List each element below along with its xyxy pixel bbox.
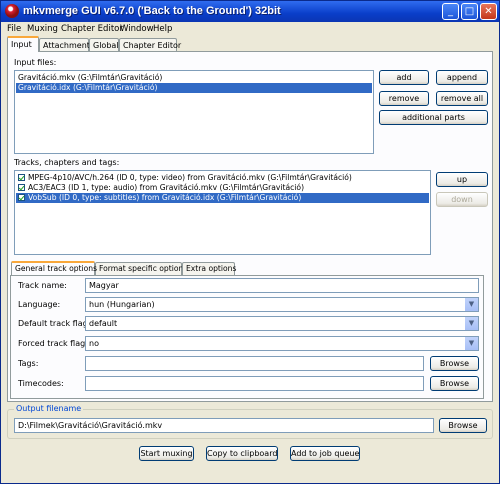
language-value: hun (Hungarian)	[89, 300, 155, 309]
copy-to-clipboard-button[interactable]: Copy to clipboard	[206, 446, 278, 461]
language-label: Language:	[18, 300, 61, 309]
menu-bar: File Muxing Chapter Editor Window Help	[1, 22, 499, 36]
tab-attachments[interactable]: Attachments	[39, 38, 94, 51]
checkmark-icon[interactable]	[18, 194, 25, 201]
track-name-label: Track name:	[18, 281, 67, 290]
chevron-down-icon[interactable]: ▼	[464, 337, 478, 350]
menu-window[interactable]: Window	[120, 24, 154, 34]
add-to-job-queue-button[interactable]: Add to job queue	[290, 446, 360, 461]
checkmark-icon[interactable]	[18, 174, 25, 181]
mkvmerge-icon[interactable]	[5, 4, 19, 18]
tags-input[interactable]	[85, 356, 424, 371]
checkmark-icon[interactable]	[18, 184, 25, 191]
tab-format-specific-options[interactable]: Format specific options	[95, 262, 187, 275]
tab-chapter-editor[interactable]: Chapter Editor	[119, 38, 181, 51]
timecodes-label: Timecodes:	[18, 379, 64, 388]
additional-parts-button[interactable]: additional parts	[379, 110, 488, 125]
remove-button[interactable]: remove	[379, 91, 429, 106]
output-filename-group: Output filename D:\Filmek\Gravitáció\Gra…	[7, 404, 493, 439]
default-flag-select[interactable]: default ▼	[85, 316, 479, 331]
remove-all-button[interactable]: remove all	[436, 91, 488, 106]
up-button[interactable]: up	[436, 172, 488, 187]
track-label: AC3/EAC3 (ID 1, type: audio) from Gravit…	[28, 183, 305, 192]
maximize-button[interactable]: □	[461, 3, 478, 20]
menu-file[interactable]: File	[7, 24, 21, 34]
minimize-button[interactable]: _	[442, 3, 459, 20]
output-filename-input[interactable]: D:\Filmek\Gravitáció\Gravitáció.mkv	[14, 418, 434, 433]
close-button[interactable]: ✕	[480, 3, 497, 20]
default-flag-label: Default track flag:	[18, 319, 91, 328]
forced-flag-select[interactable]: no ▼	[85, 336, 479, 351]
track-name-input[interactable]: Magyar	[85, 278, 479, 293]
tab-global[interactable]: Global	[89, 38, 119, 51]
tab-general-track-options[interactable]: General track options	[11, 261, 97, 275]
append-button[interactable]: append	[436, 70, 488, 85]
timecodes-browse-button[interactable]: Browse	[430, 376, 479, 391]
tab-input[interactable]: Input	[7, 36, 39, 52]
menu-muxing[interactable]: Muxing	[27, 24, 58, 34]
general-track-options-panel: Track name: Magyar Language: hun (Hungar…	[10, 275, 484, 399]
input-files-list[interactable]: Gravitáció.mkv (G:\Filmtár\Gravitáció) G…	[14, 70, 374, 154]
tags-label: Tags:	[18, 359, 39, 368]
app-window: mkvmerge GUI v6.7.0 ('Back to the Ground…	[0, 0, 500, 484]
default-flag-value: default	[89, 319, 118, 328]
add-button[interactable]: add	[379, 70, 429, 85]
track-label: MPEG-4p10/AVC/h.264 (ID 0, type: video) …	[28, 173, 352, 182]
forced-flag-value: no	[89, 339, 99, 348]
forced-flag-label: Forced track flag:	[18, 339, 88, 348]
list-item[interactable]: Gravitáció.mkv (G:\Filmtár\Gravitáció)	[16, 73, 372, 83]
tracks-label: Tracks, chapters and tags:	[14, 158, 120, 167]
tracks-list[interactable]: MPEG-4p10/AVC/h.264 (ID 0, type: video) …	[14, 170, 431, 255]
tab-extra-options[interactable]: Extra options	[182, 262, 236, 275]
down-button[interactable]: down	[436, 192, 488, 207]
chevron-down-icon[interactable]: ▼	[464, 298, 478, 311]
menu-help[interactable]: Help	[153, 24, 172, 34]
input-files-label: Input files:	[14, 58, 57, 67]
window-title: mkvmerge GUI v6.7.0 ('Back to the Ground…	[23, 5, 281, 17]
menu-chapter-editor[interactable]: Chapter Editor	[61, 24, 123, 34]
language-select[interactable]: hun (Hungarian) ▼	[85, 297, 479, 312]
tags-browse-button[interactable]: Browse	[430, 356, 479, 371]
table-row[interactable]: MPEG-4p10/AVC/h.264 (ID 0, type: video) …	[16, 173, 429, 183]
start-muxing-button[interactable]: Start muxing	[139, 446, 194, 461]
table-row[interactable]: VobSub (ID 0, type: subtitles) from Grav…	[16, 193, 429, 203]
output-filename-label: Output filename	[14, 404, 84, 413]
table-row[interactable]: AC3/EAC3 (ID 1, type: audio) from Gravit…	[16, 183, 429, 193]
title-bar[interactable]: mkvmerge GUI v6.7.0 ('Back to the Ground…	[1, 1, 499, 22]
chevron-down-icon[interactable]: ▼	[464, 317, 478, 330]
list-item[interactable]: Gravitáció.idx (G:\Filmtár\Gravitáció)	[16, 83, 372, 93]
timecodes-input[interactable]	[85, 376, 424, 391]
output-browse-button[interactable]: Browse	[439, 418, 487, 433]
track-label: VobSub (ID 0, type: subtitles) from Grav…	[28, 193, 302, 202]
